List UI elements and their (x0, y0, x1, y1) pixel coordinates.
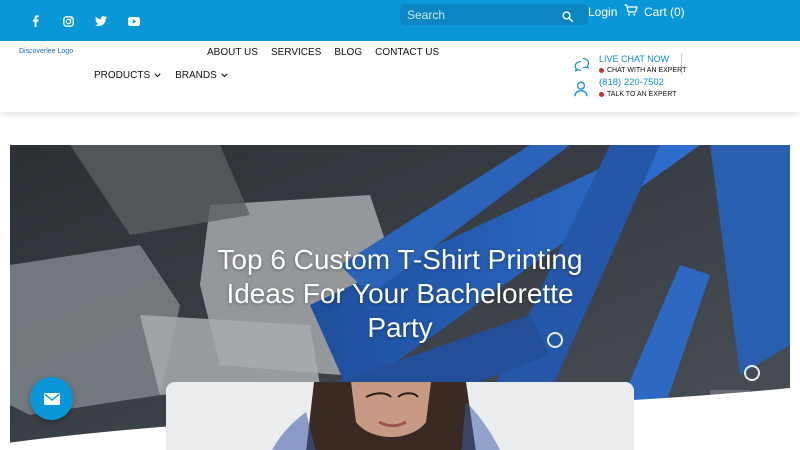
twitter-icon[interactable] (92, 12, 110, 30)
youtube-icon[interactable] (125, 12, 143, 30)
nav-products-label: PRODUCTS (94, 70, 151, 81)
nav-about-us[interactable]: ABOUT US (207, 47, 258, 58)
primary-nav: ABOUT US SERVICES BLOG CONTACT US (207, 47, 439, 58)
live-chat-link[interactable]: LIVE CHAT NOW (599, 54, 669, 64)
nav-services[interactable]: SERVICES (271, 47, 321, 58)
contact-block: LIVE CHAT NOW CHAT WITH AN EXPERT (818) … (574, 53, 689, 101)
chevron-down-icon (221, 73, 228, 78)
chat-bubble-icon[interactable] (574, 57, 590, 77)
hero-title: Top 6 Custom T-Shirt Printing Ideas For … (217, 244, 583, 343)
main-header: Discoverlee Logo ABOUT US SERVICES BLOG … (0, 41, 800, 112)
nav-brands-label: BRANDS (175, 70, 217, 81)
nav-brands-dropdown[interactable]: BRANDS (175, 70, 228, 81)
talk-expert-label: TALK TO AN EXPERT (607, 91, 677, 98)
nav-contact-us[interactable]: CONTACT US (375, 47, 439, 58)
site-logo[interactable]: Discoverlee Logo (19, 48, 73, 55)
search-input[interactable] (400, 4, 560, 25)
status-dot (599, 92, 604, 97)
chat-expert-label: CHAT WITH AN EXPERT (607, 67, 687, 74)
featured-image-card (166, 382, 634, 450)
email-contact-button[interactable] (30, 377, 73, 420)
talk-expert-line: TALK TO AN EXPERT (599, 91, 677, 98)
cart-link[interactable]: Cart (0) (624, 4, 685, 19)
page: Login Cart (0) Discoverlee Logo ABOUT US… (0, 0, 800, 450)
status-dot (599, 68, 604, 73)
top-bar: Login Cart (0) (0, 0, 800, 41)
chat-expert-line: CHAT WITH AN EXPERT (599, 67, 686, 74)
search-bar (400, 4, 588, 25)
user-icon[interactable] (574, 81, 588, 102)
phone-link[interactable]: (818) 220-7502 (599, 77, 664, 88)
featured-image (166, 382, 634, 450)
cart-icon (624, 4, 644, 19)
nav-blog[interactable]: BLOG (334, 47, 362, 58)
nav-products-dropdown[interactable]: PRODUCTS (94, 70, 161, 81)
instagram-icon[interactable] (59, 12, 77, 30)
login-link[interactable]: Login (588, 5, 617, 19)
search-icon[interactable] (562, 9, 574, 22)
chevron-down-icon (154, 73, 161, 78)
cart-label: Cart (0) (644, 4, 685, 19)
envelope-icon (43, 392, 60, 405)
facebook-icon[interactable] (26, 12, 44, 30)
secondary-nav: PRODUCTS BRANDS (94, 70, 228, 81)
